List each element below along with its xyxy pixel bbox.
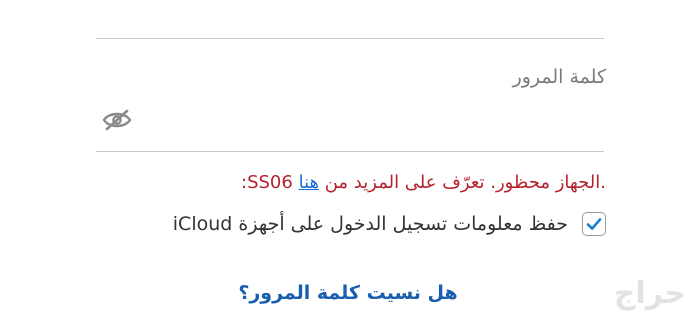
forgot-password-link[interactable]: هل نسيت كلمة المرور؟ (0, 282, 700, 304)
error-code: SS06: (241, 172, 293, 193)
checkmark-icon (586, 218, 602, 230)
remember-login-checkbox[interactable] (582, 212, 606, 236)
learn-more-link[interactable]: هنا (299, 172, 319, 193)
remember-login-label: حفظ معلومات تسجيل الدخول على أجهزة iClou… (172, 213, 568, 235)
remember-login-row: حفظ معلومات تسجيل الدخول على أجهزة iClou… (173, 212, 606, 236)
error-message: .الجهاز محظور. تعرّف على المزيد من (324, 172, 606, 193)
password-field-label: كلمة المرور (512, 66, 606, 88)
password-field-underline (96, 151, 604, 152)
device-blocked-error: .الجهاز محظور. تعرّف على المزيد من هنا S… (241, 172, 606, 193)
top-divider (96, 38, 604, 39)
password-visibility-toggle[interactable] (100, 106, 134, 134)
forgot-password-label: هل نسيت كلمة المرور؟ (238, 282, 458, 304)
eye-slash-icon (102, 109, 132, 131)
watermark-logo: حراج (613, 276, 686, 311)
